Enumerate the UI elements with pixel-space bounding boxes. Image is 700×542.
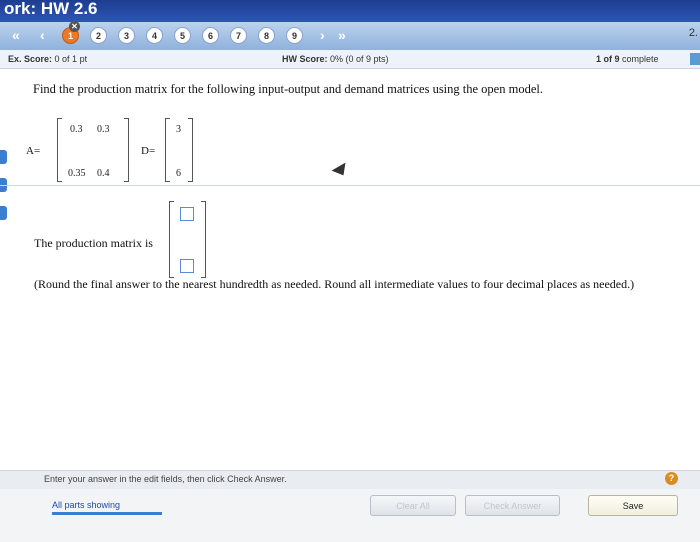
score-bar: Ex. Score: 0 of 1 pt HW Score: 0% (0 of … [0,50,700,69]
progress-text: 1 of 9 complete [596,54,659,64]
matrix-a-cell: 0.35 [68,168,86,179]
production-matrix-label: The production matrix is [34,236,153,250]
question-7-button[interactable]: 7 [230,27,247,44]
matrix-d-left-bracket [165,118,170,182]
question-3-button[interactable]: 3 [118,27,135,44]
matrix-a-left-bracket [57,118,62,182]
matrix-d-cell: 3 [176,124,181,135]
answer-input-2[interactable] [180,259,194,273]
matrix-a-cell: 0.3 [97,124,110,135]
side-tabs [0,150,7,234]
question-navbar: « ‹ 1 ✕ 2 3 4 5 6 7 8 9 › » 2. [0,21,700,50]
matrix-a-cell: 0.4 [97,168,110,179]
matrix-d-right-bracket [188,118,193,182]
help-icon[interactable]: ? [665,472,678,485]
question-6-button[interactable]: 6 [202,27,219,44]
nav-right-text: 2. [688,27,698,39]
matrix-a-cell: 0.3 [70,124,83,135]
instruction-bar: Enter your answer in the edit fields, th… [0,470,700,489]
parts-progress-bar [52,512,162,515]
answer-input-1[interactable] [180,207,194,221]
exercise-score: Ex. Score: 0 of 1 pt [8,54,88,64]
save-button[interactable]: Save [588,495,678,516]
answer-right-bracket [201,201,206,278]
window-title: ork: HW 2.6 [0,0,700,22]
question-prompt: Find the production matrix for the follo… [33,82,543,96]
matrix-d-label: D= [141,145,156,157]
answer-left-bracket [169,201,174,278]
all-parts-showing-link[interactable]: All parts showing [52,500,120,510]
side-tab-1[interactable] [0,150,7,164]
last-question-icon[interactable]: » [338,27,346,43]
side-tab-3[interactable] [0,206,7,220]
instruction-text: Enter your answer in the edit fields, th… [44,474,287,484]
check-answer-button[interactable]: Check Answer [465,495,560,516]
homework-score: HW Score: 0% (0 of 9 pts) [282,54,389,64]
rounding-instructions: (Round the final answer to the nearest h… [34,277,635,291]
side-panel-tab[interactable] [690,53,700,65]
prev-question-icon[interactable]: ‹ [40,27,45,43]
next-question-icon[interactable]: › [320,27,325,43]
clear-all-button[interactable]: Clear All [370,495,456,516]
question-9-button[interactable]: 9 [286,27,303,44]
question-1-button[interactable]: 1 ✕ [62,21,80,44]
question-5-button[interactable]: 5 [174,27,191,44]
question-2-button[interactable]: 2 [90,27,107,44]
matrix-a-right-bracket [124,118,129,182]
matrix-a-label: A= [26,145,41,157]
question-8-button[interactable]: 8 [258,27,275,44]
matrix-d-cell: 6 [176,168,181,179]
divider [0,185,700,186]
incorrect-badge-icon: ✕ [69,21,80,32]
question-4-button[interactable]: 4 [146,27,163,44]
first-question-icon[interactable]: « [12,27,20,43]
